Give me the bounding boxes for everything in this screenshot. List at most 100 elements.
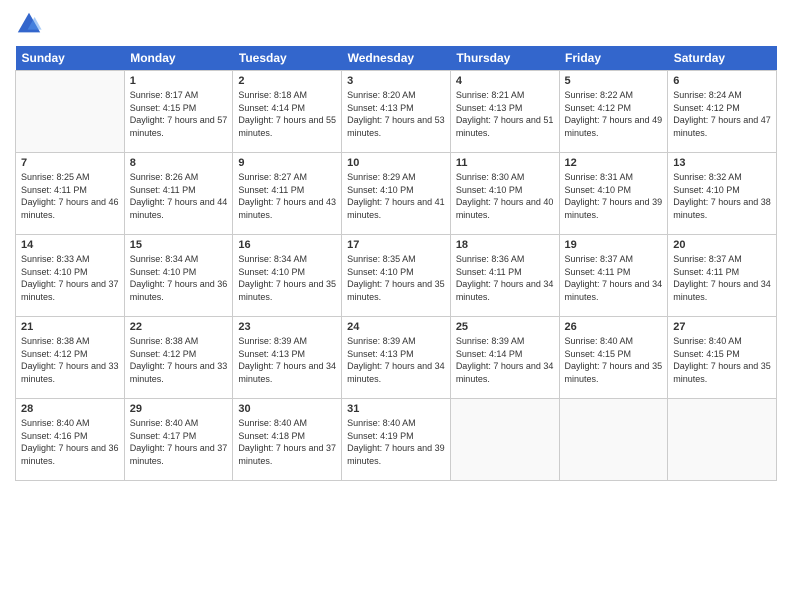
day-info: Sunrise: 8:29 AMSunset: 4:10 PMDaylight:…	[347, 171, 445, 221]
day-cell: 3Sunrise: 8:20 AMSunset: 4:13 PMDaylight…	[342, 71, 451, 153]
col-header-monday: Monday	[124, 46, 233, 71]
day-cell: 24 Sunrise: 8:39 AMSunset: 4:13 PMDayligh…	[342, 317, 451, 399]
day-info: Sunrise: 8:27 AMSunset: 4:11 PMDaylight:…	[238, 171, 336, 221]
day-number: 5	[565, 75, 663, 87]
col-header-wednesday: Wednesday	[342, 46, 451, 71]
day-info: Sunrise: 8:39 AMSunset: 4:13 PMDaylight:…	[347, 335, 445, 385]
day-number: 26	[565, 321, 663, 333]
day-info: Sunrise: 8:40 AMSunset: 4:18 PMDaylight:…	[238, 417, 336, 467]
day-info: Sunrise: 8:40 AMSunset: 4:16 PMDaylight:…	[21, 417, 119, 467]
day-cell: 17 Sunrise: 8:35 AMSunset: 4:10 PMDayligh…	[342, 235, 451, 317]
day-info: Sunrise: 8:37 AMSunset: 4:11 PMDaylight:…	[673, 253, 771, 303]
day-cell: 21 Sunrise: 8:38 AMSunset: 4:12 PMDayligh…	[16, 317, 125, 399]
day-info: Sunrise: 8:20 AMSunset: 4:13 PMDaylight:…	[347, 89, 445, 139]
day-number: 15	[130, 239, 228, 251]
day-info: Sunrise: 8:32 AMSunset: 4:10 PMDaylight:…	[673, 171, 771, 221]
day-cell	[16, 71, 125, 153]
day-cell: 27 Sunrise: 8:40 AMSunset: 4:15 PMDayligh…	[668, 317, 777, 399]
day-number: 24	[347, 321, 445, 333]
day-info: Sunrise: 8:33 AMSunset: 4:10 PMDaylight:…	[21, 253, 119, 303]
day-cell: 15 Sunrise: 8:34 AMSunset: 4:10 PMDayligh…	[124, 235, 233, 317]
day-cell: 10Sunrise: 8:29 AMSunset: 4:10 PMDayligh…	[342, 153, 451, 235]
day-info: Sunrise: 8:34 AMSunset: 4:10 PMDaylight:…	[130, 253, 228, 303]
day-cell: 2 Sunrise: 8:18 AMSunset: 4:14 PMDaylight…	[233, 71, 342, 153]
day-cell	[668, 399, 777, 481]
day-info: Sunrise: 8:38 AMSunset: 4:12 PMDaylight:…	[21, 335, 119, 385]
week-row-3: 14Sunrise: 8:33 AMSunset: 4:10 PMDayligh…	[16, 235, 777, 317]
day-cell: 13Sunrise: 8:32 AMSunset: 4:10 PMDayligh…	[668, 153, 777, 235]
day-number: 18	[456, 239, 554, 251]
day-cell: 25 Sunrise: 8:39 AMSunset: 4:14 PMDayligh…	[450, 317, 559, 399]
day-cell: 7Sunrise: 8:25 AMSunset: 4:11 PMDaylight…	[16, 153, 125, 235]
day-number: 2	[238, 75, 336, 87]
day-info: Sunrise: 8:21 AMSunset: 4:13 PMDaylight:…	[456, 89, 554, 139]
day-info: Sunrise: 8:36 AMSunset: 4:11 PMDaylight:…	[456, 253, 554, 303]
day-cell: 9 Sunrise: 8:27 AMSunset: 4:11 PMDaylight…	[233, 153, 342, 235]
day-number: 29	[130, 403, 228, 415]
week-row-4: 21 Sunrise: 8:38 AMSunset: 4:12 PMDayligh…	[16, 317, 777, 399]
day-number: 8	[130, 157, 228, 169]
day-info: Sunrise: 8:40 AMSunset: 4:15 PMDaylight:…	[673, 335, 771, 385]
day-cell: 29Sunrise: 8:40 AMSunset: 4:17 PMDayligh…	[124, 399, 233, 481]
day-number: 11	[456, 157, 554, 169]
day-cell: 8 Sunrise: 8:26 AMSunset: 4:11 PMDaylight…	[124, 153, 233, 235]
week-row-1: 1Sunrise: 8:17 AMSunset: 4:15 PMDaylight…	[16, 71, 777, 153]
day-cell: 4 Sunrise: 8:21 AMSunset: 4:13 PMDaylight…	[450, 71, 559, 153]
col-header-saturday: Saturday	[668, 46, 777, 71]
day-number: 7	[21, 157, 119, 169]
day-cell: 23 Sunrise: 8:39 AMSunset: 4:13 PMDayligh…	[233, 317, 342, 399]
day-info: Sunrise: 8:34 AMSunset: 4:10 PMDaylight:…	[238, 253, 336, 303]
day-info: Sunrise: 8:37 AMSunset: 4:11 PMDaylight:…	[565, 253, 663, 303]
day-number: 25	[456, 321, 554, 333]
day-info: Sunrise: 8:18 AMSunset: 4:14 PMDaylight:…	[238, 89, 336, 139]
day-number: 28	[21, 403, 119, 415]
day-info: Sunrise: 8:26 AMSunset: 4:11 PMDaylight:…	[130, 171, 228, 221]
col-header-friday: Friday	[559, 46, 668, 71]
day-info: Sunrise: 8:40 AMSunset: 4:15 PMDaylight:…	[565, 335, 663, 385]
day-number: 21	[21, 321, 119, 333]
day-number: 17	[347, 239, 445, 251]
day-cell: 19 Sunrise: 8:37 AMSunset: 4:11 PMDayligh…	[559, 235, 668, 317]
day-number: 27	[673, 321, 771, 333]
day-cell: 12 Sunrise: 8:31 AMSunset: 4:10 PMDayligh…	[559, 153, 668, 235]
week-row-5: 28 Sunrise: 8:40 AMSunset: 4:16 PMDayligh…	[16, 399, 777, 481]
day-number: 6	[673, 75, 771, 87]
col-header-sunday: Sunday	[16, 46, 125, 71]
day-cell: 26 Sunrise: 8:40 AMSunset: 4:15 PMDayligh…	[559, 317, 668, 399]
day-info: Sunrise: 8:35 AMSunset: 4:10 PMDaylight:…	[347, 253, 445, 303]
day-number: 31	[347, 403, 445, 415]
day-cell: 11 Sunrise: 8:30 AMSunset: 4:10 PMDayligh…	[450, 153, 559, 235]
day-info: Sunrise: 8:30 AMSunset: 4:10 PMDaylight:…	[456, 171, 554, 221]
day-number: 23	[238, 321, 336, 333]
day-info: Sunrise: 8:24 AMSunset: 4:12 PMDaylight:…	[673, 89, 771, 139]
day-number: 12	[565, 157, 663, 169]
day-cell: 16 Sunrise: 8:34 AMSunset: 4:10 PMDayligh…	[233, 235, 342, 317]
day-cell: 14Sunrise: 8:33 AMSunset: 4:10 PMDayligh…	[16, 235, 125, 317]
week-row-2: 7Sunrise: 8:25 AMSunset: 4:11 PMDaylight…	[16, 153, 777, 235]
header-row: SundayMondayTuesdayWednesdayThursdayFrid…	[16, 46, 777, 71]
day-number: 16	[238, 239, 336, 251]
day-cell: 1Sunrise: 8:17 AMSunset: 4:15 PMDaylight…	[124, 71, 233, 153]
day-info: Sunrise: 8:39 AMSunset: 4:14 PMDaylight:…	[456, 335, 554, 385]
day-cell	[450, 399, 559, 481]
day-info: Sunrise: 8:31 AMSunset: 4:10 PMDaylight:…	[565, 171, 663, 221]
day-number: 4	[456, 75, 554, 87]
calendar-table: SundayMondayTuesdayWednesdayThursdayFrid…	[15, 46, 777, 481]
col-header-tuesday: Tuesday	[233, 46, 342, 71]
day-cell: 5 Sunrise: 8:22 AMSunset: 4:12 PMDaylight…	[559, 71, 668, 153]
logo-icon	[15, 10, 43, 38]
page-container: SundayMondayTuesdayWednesdayThursdayFrid…	[0, 0, 792, 491]
day-cell: 6 Sunrise: 8:24 AMSunset: 4:12 PMDaylight…	[668, 71, 777, 153]
day-info: Sunrise: 8:39 AMSunset: 4:13 PMDaylight:…	[238, 335, 336, 385]
day-cell: 22Sunrise: 8:38 AMSunset: 4:12 PMDayligh…	[124, 317, 233, 399]
day-cell	[559, 399, 668, 481]
day-number: 22	[130, 321, 228, 333]
col-header-thursday: Thursday	[450, 46, 559, 71]
day-number: 19	[565, 239, 663, 251]
day-number: 9	[238, 157, 336, 169]
day-info: Sunrise: 8:22 AMSunset: 4:12 PMDaylight:…	[565, 89, 663, 139]
day-number: 30	[238, 403, 336, 415]
day-cell: 28 Sunrise: 8:40 AMSunset: 4:16 PMDayligh…	[16, 399, 125, 481]
day-cell: 20Sunrise: 8:37 AMSunset: 4:11 PMDayligh…	[668, 235, 777, 317]
day-number: 1	[130, 75, 228, 87]
